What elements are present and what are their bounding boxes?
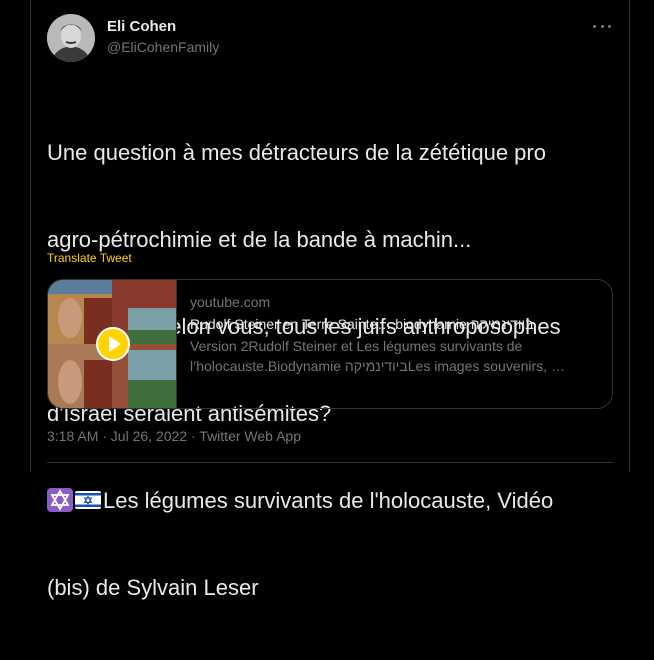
- card-meta: youtube.com Rudolf Steiner en Terre Sain…: [190, 292, 600, 376]
- more-options-icon[interactable]: [593, 20, 611, 32]
- tweet-text-line: (bis) de Sylvain Leser: [47, 575, 259, 600]
- meta-separator: ·: [187, 428, 200, 444]
- tweet-text-line: Les légumes survivants de l'holocauste, …: [47, 486, 607, 515]
- avatar-photo: [47, 14, 95, 62]
- link-card[interactable]: youtube.com Rudolf Steiner en Terre Sain…: [47, 279, 613, 409]
- star-of-david-icon: [47, 488, 73, 512]
- tweet-meta: 3:18 AM · Jul 26, 2022 · Twitter Web App: [47, 428, 301, 444]
- card-domain: youtube.com: [190, 294, 271, 310]
- avatar[interactable]: [47, 14, 95, 62]
- tweet-text-line-content: Les légumes survivants de l'holocauste, …: [103, 488, 554, 513]
- translate-tweet-link[interactable]: Translate Tweet: [47, 251, 132, 265]
- tweet-column: Eli Cohen @EliCohenFamily Une question à…: [30, 0, 630, 600]
- author-name[interactable]: Eli Cohen: [107, 18, 176, 35]
- card-description: Version 2Rudolf Steiner et Les légumes s…: [190, 338, 565, 374]
- tweet-source[interactable]: Twitter Web App: [199, 428, 301, 444]
- card-title: Rudolf Steiner en Terre Sainte… biodynam…: [190, 316, 534, 332]
- author-handle[interactable]: @EliCohenFamily: [107, 39, 219, 55]
- israel-flag-icon: [75, 491, 101, 509]
- divider: [47, 462, 613, 463]
- play-circle-icon[interactable]: [96, 327, 130, 361]
- card-thumbnail: [48, 280, 177, 408]
- tweet-timestamp[interactable]: 3:18 AM · Jul 26, 2022: [47, 428, 187, 444]
- tweet-text-line: Une question à mes détracteurs de la zét…: [47, 140, 546, 165]
- tweet-text-line: agro-pétrochimie et de la bande à machin…: [47, 227, 472, 252]
